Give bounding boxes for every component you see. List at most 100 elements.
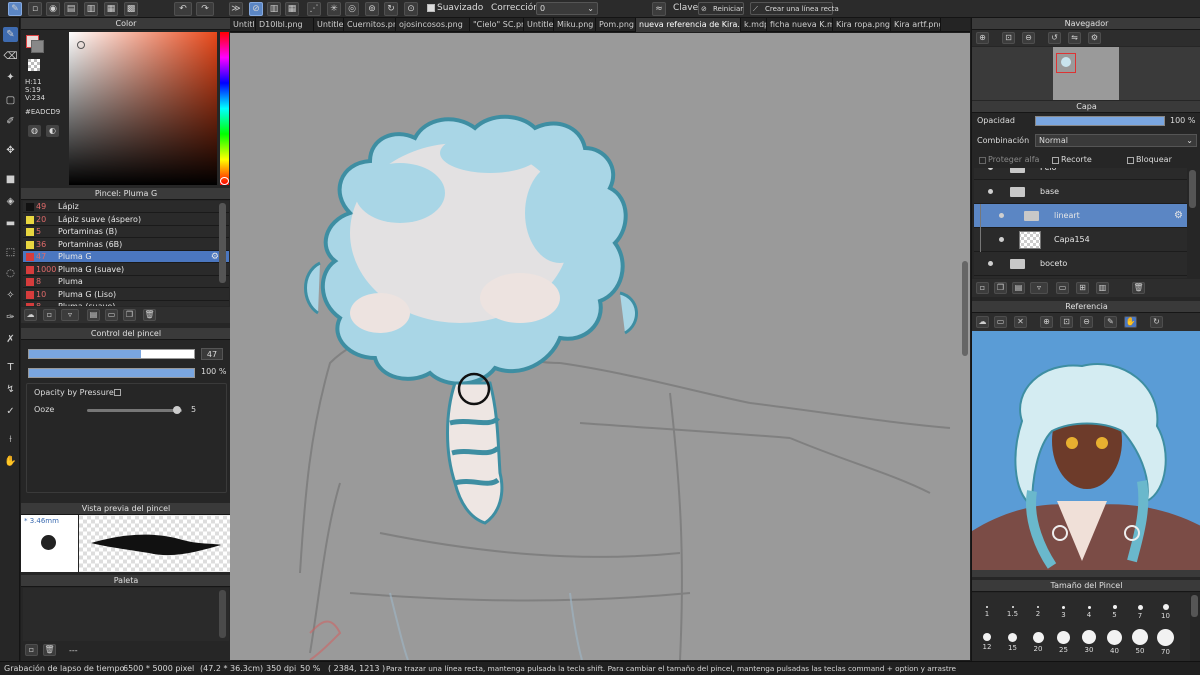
layer-settings-gear-icon[interactable]: ⚙	[1174, 204, 1183, 228]
select-eraser-icon[interactable]: ✗	[3, 332, 18, 347]
brush-size-cell[interactable]: 40	[1104, 629, 1126, 655]
export-icon[interactable]: ▦	[104, 2, 118, 16]
operation-tool-icon[interactable]: ↯	[3, 382, 18, 397]
brush-size-cell[interactable]: 15	[1002, 629, 1024, 652]
brush-item[interactable]: 1000 Pluma G (suave)	[23, 264, 229, 276]
nav-zoom-in-icon[interactable]: ⊕	[976, 32, 989, 44]
nav-rotate-icon[interactable]: ↺	[1048, 32, 1061, 44]
brush-size-cell[interactable]: 4	[1078, 597, 1100, 619]
document-tab[interactable]: ojosincosos.png	[396, 18, 470, 32]
brush-item[interactable]: 36 Portaminas (6B)	[23, 239, 229, 251]
new-file-icon[interactable]: ▫	[28, 2, 42, 16]
document-tab[interactable]: k.mdp	[741, 18, 767, 32]
ooze-slider[interactable]	[87, 406, 182, 414]
ref-eyedropper-icon[interactable]: ✎	[1104, 316, 1117, 328]
document-tab[interactable]: Untitled	[314, 18, 344, 32]
eyedropper-tool-icon[interactable]: ✓	[3, 404, 18, 419]
transparent-swatch[interactable]	[28, 59, 40, 71]
app-logo-icon[interactable]: ✎	[8, 2, 22, 16]
lasso-tool-icon[interactable]: ◌	[3, 266, 18, 281]
lock-checkbox[interactable]	[1127, 157, 1134, 164]
brush-list-scrollbar[interactable]	[219, 203, 226, 283]
brush-size-cell[interactable]: 30	[1078, 629, 1100, 654]
brush-download-icon[interactable]: ☁	[24, 309, 37, 321]
snap-radial-icon[interactable]: ✳	[327, 2, 341, 16]
reference-image[interactable]	[972, 331, 1200, 577]
brush-item[interactable]: 8 Pluma	[23, 276, 229, 288]
ooze-handle[interactable]	[173, 406, 182, 414]
lock-alpha-checkbox[interactable]	[979, 157, 986, 164]
palette-scrollbar[interactable]	[219, 590, 226, 638]
text-tool-icon[interactable]: T	[3, 360, 18, 375]
brush-item[interactable]: 49 Lápiz	[23, 201, 229, 213]
file-icon[interactable]: ▥	[84, 2, 98, 16]
snap-parallel-icon[interactable]: ▥	[267, 2, 281, 16]
eraser-tool-icon[interactable]: ⌫	[3, 49, 18, 64]
brush-size-cell[interactable]: 20	[1027, 629, 1049, 653]
document-tab[interactable]: Untitled	[524, 18, 554, 32]
brush-size-cell[interactable]: 7	[1129, 597, 1151, 620]
select-rect-icon[interactable]: ⬚	[3, 245, 18, 260]
brush-opacity-slider[interactable]	[28, 368, 195, 378]
brush-folder-icon[interactable]: ▭	[105, 309, 118, 321]
pen-tool-icon[interactable]: ✐	[3, 114, 18, 129]
document-tab[interactable]: Kira ropa.png	[833, 18, 891, 32]
nav-zoom-out-icon[interactable]: ⊖	[1022, 32, 1035, 44]
brush-settings-gear-icon[interactable]: ⚙	[211, 251, 219, 263]
clip-checkbox[interactable]	[1052, 157, 1059, 164]
brush-delete-icon[interactable]: 🗑	[143, 309, 156, 321]
ref-close-icon[interactable]: ✕	[1014, 316, 1027, 328]
snap-off-icon[interactable]: ⊘	[249, 2, 263, 16]
layer-list-scrollbar[interactable]	[1189, 170, 1196, 208]
ref-zoom-in-icon[interactable]: ⊕	[1040, 316, 1053, 328]
hue-slider[interactable]	[220, 32, 229, 185]
snap-curve-icon[interactable]: ⊚	[365, 2, 379, 16]
snap-circle-icon[interactable]: ◎	[345, 2, 359, 16]
layer-new-icon[interactable]: ▫	[976, 282, 989, 294]
layer-add-icon[interactable]: ▿	[1030, 282, 1048, 294]
palette-new-icon[interactable]: ▫	[25, 644, 38, 656]
layer-merge-icon[interactable]: ⊞	[1076, 282, 1089, 294]
brush-sizes-scrollbar[interactable]	[1191, 595, 1198, 617]
layer-delete-icon[interactable]: 🗑	[1132, 282, 1145, 294]
eye-icon[interactable]	[999, 237, 1004, 242]
document-tab[interactable]: "Cielo" SC.png	[470, 18, 524, 32]
color-set-icon[interactable]: ◐	[46, 125, 59, 137]
magic-wand-icon[interactable]: ✧	[3, 288, 18, 303]
color-picker-cursor[interactable]	[77, 41, 85, 49]
brush-size-cell[interactable]: 50	[1129, 629, 1151, 655]
brush-item[interactable]: 8 Pluma (suave)	[23, 301, 229, 306]
crear-linea-button[interactable]: ⟋ Crear una línea recta	[750, 2, 839, 15]
brush-item[interactable]: 10 Pluma G (Liso)	[23, 289, 229, 301]
brush-size-cell[interactable]: 12	[976, 629, 998, 651]
hue-handle[interactable]	[220, 177, 229, 185]
ref-zoom-out-icon[interactable]: ⊖	[1080, 316, 1093, 328]
nav-settings-icon[interactable]: ⚙	[1088, 32, 1101, 44]
layer-mask-icon[interactable]: ▥	[1096, 282, 1109, 294]
document-tab[interactable]: nueva referencia de Kira.mdp	[636, 18, 741, 32]
brush-size-cell[interactable]: 1.5	[1002, 597, 1024, 619]
stroke-icon[interactable]: ≈	[652, 2, 666, 16]
shape-tool-icon[interactable]: ▢	[3, 93, 18, 108]
ref-hand-icon[interactable]: ✋	[1124, 316, 1137, 328]
snap-icon[interactable]: ≫	[229, 2, 243, 16]
eye-icon[interactable]	[988, 261, 993, 266]
snap-loop-icon[interactable]: ↻	[384, 2, 398, 16]
layer-row[interactable]: Pelo	[974, 168, 1187, 180]
layer-opacity-slider[interactable]	[1035, 116, 1165, 126]
correccion-select[interactable]: 0 ⌄	[536, 2, 598, 15]
snap-vanish-icon[interactable]: ⋰	[307, 2, 321, 16]
brush-size-cell[interactable]: 70	[1155, 628, 1177, 656]
palette-delete-icon[interactable]: 🗑	[43, 644, 56, 656]
document-tab[interactable]: Miku.png	[554, 18, 596, 32]
brush-size-cell[interactable]: 3	[1053, 597, 1075, 619]
hand-tool-icon[interactable]: ✋	[3, 454, 18, 469]
brush-size-cell[interactable]: 1	[976, 597, 998, 619]
background-swatch[interactable]	[31, 40, 44, 53]
suavizado-checkbox[interactable]	[427, 4, 435, 12]
document-tab[interactable]: Pom.png	[596, 18, 636, 32]
document-tab[interactable]: Cuernitos.png	[344, 18, 396, 32]
brush-item[interactable]: 5 Portaminas (B)	[23, 226, 229, 238]
color-square[interactable]	[69, 32, 217, 185]
layer-row[interactable]: Capa154	[974, 228, 1187, 252]
